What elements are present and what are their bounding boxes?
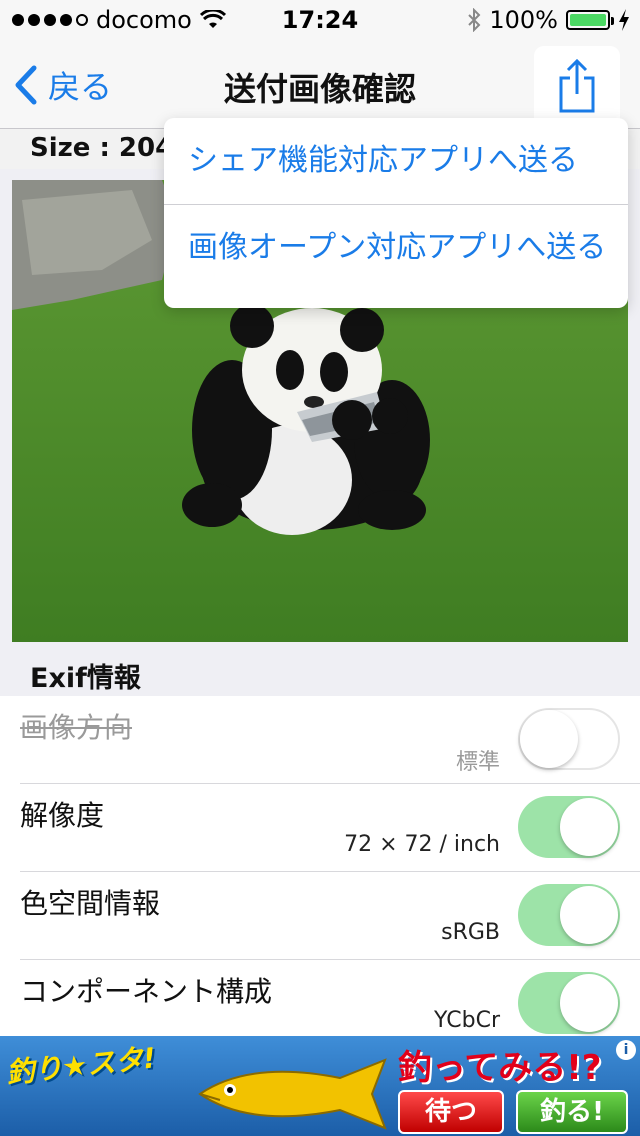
share-icon: [559, 58, 595, 113]
fish-icon: [198, 1058, 387, 1130]
exif-row-label: コンポーネント構成: [20, 975, 273, 1008]
ad-banner[interactable]: 釣り★スタ! 釣ってみる!? 待つ 釣る! i: [0, 1036, 640, 1136]
exif-row-label: 画像方向: [20, 711, 133, 744]
exif-row-label: 色空間情報: [20, 887, 161, 920]
resolution-toggle[interactable]: [518, 796, 620, 858]
battery-percent: 100%: [489, 6, 558, 34]
exif-row-label: 解像度: [20, 799, 105, 832]
exif-row-value: sRGB: [441, 920, 500, 945]
exif-row-value: YCbCr: [434, 1008, 500, 1033]
exif-section-header: Exif情報: [0, 652, 640, 696]
status-right: 100%: [467, 6, 630, 34]
exif-row-value: 標準: [455, 750, 500, 775]
exif-list: 画像方向 標準 解像度 72 × 72 / inch 色空間情報 sRGB コン…: [0, 696, 640, 1048]
exif-row-color-space: 色空間情報 sRGB: [20, 872, 640, 960]
share-option-share-apps[interactable]: シェア機能対応アプリへ送る: [164, 118, 628, 205]
share-option-open-apps[interactable]: 画像オープン対応アプリへ送る: [164, 205, 628, 291]
share-menu-popup: シェア機能対応アプリへ送る 画像オープン対応アプリへ送る: [164, 118, 628, 308]
charging-icon: [619, 9, 629, 31]
orientation-toggle[interactable]: [518, 708, 620, 770]
battery-icon: [566, 10, 614, 30]
share-button[interactable]: [534, 46, 620, 126]
exif-row-value: 72 × 72 / inch: [344, 832, 500, 857]
ad-wait-button[interactable]: 待つ: [398, 1090, 504, 1134]
color-space-toggle[interactable]: [518, 884, 620, 946]
status-bar: docomo 17:24 100%: [0, 0, 640, 40]
ad-info-icon[interactable]: i: [616, 1040, 636, 1060]
bluetooth-icon: [468, 8, 481, 32]
exif-header-label: Exif情報: [30, 663, 141, 694]
ad-logo: 釣り★スタ!: [4, 1041, 158, 1090]
ad-fish-button[interactable]: 釣る!: [516, 1090, 628, 1134]
navigation-bar: 戻る 送付画像確認: [0, 40, 640, 129]
exif-row-resolution: 解像度 72 × 72 / inch: [20, 784, 640, 872]
exif-row-components: コンポーネント構成 YCbCr: [20, 960, 640, 1048]
exif-row-orientation: 画像方向 標準: [20, 696, 640, 784]
ad-headline: 釣ってみる!?: [398, 1048, 602, 1088]
components-toggle[interactable]: [518, 972, 620, 1034]
